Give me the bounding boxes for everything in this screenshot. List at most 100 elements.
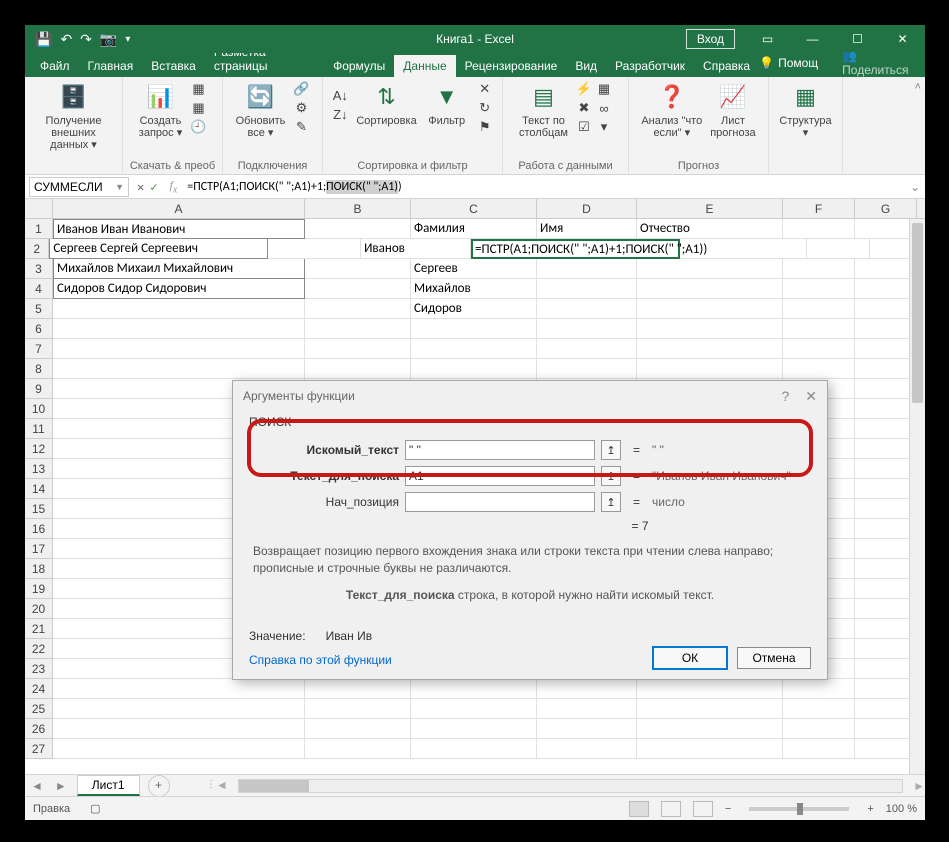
row-header[interactable]: 15 bbox=[25, 499, 53, 519]
cell-D1[interactable]: Имя bbox=[537, 219, 637, 239]
cancel-button[interactable]: Отмена bbox=[737, 647, 811, 669]
cell-C4[interactable]: Михайлов bbox=[411, 279, 537, 299]
arg3-ref-button[interactable]: ↥ bbox=[601, 492, 621, 512]
cell-B6[interactable] bbox=[305, 319, 411, 339]
tab-help[interactable]: Справка bbox=[694, 55, 759, 77]
cell-G10[interactable] bbox=[855, 399, 917, 419]
collapse-ribbon-icon[interactable]: ˄ bbox=[911, 77, 925, 174]
arg1-input[interactable]: " " bbox=[405, 440, 595, 460]
cell-A27[interactable] bbox=[53, 739, 305, 759]
consolidate-icon[interactable]: ▦ bbox=[596, 81, 612, 97]
row-header[interactable]: 26 bbox=[25, 719, 53, 739]
row-header[interactable]: 18 bbox=[25, 559, 53, 579]
cell-F5[interactable] bbox=[783, 299, 855, 319]
tab-developer[interactable]: Разработчик bbox=[606, 55, 694, 77]
col-header-E[interactable]: E bbox=[637, 199, 783, 218]
cell-A2[interactable]: Сергеев Сергей Сергеевич bbox=[49, 239, 268, 259]
cell-B24[interactable] bbox=[305, 679, 411, 699]
cell-C27[interactable] bbox=[411, 739, 537, 759]
row-header[interactable]: 19 bbox=[25, 579, 53, 599]
cell-C2[interactable]: Иванов bbox=[361, 239, 471, 259]
cell-G20[interactable] bbox=[855, 599, 917, 619]
cell-C24[interactable] bbox=[411, 679, 537, 699]
dialog-help-icon[interactable]: ? bbox=[781, 388, 789, 405]
chevron-down-icon[interactable]: ▼ bbox=[115, 182, 124, 192]
row-header[interactable]: 5 bbox=[25, 299, 53, 319]
undo-icon[interactable]: ↶ bbox=[60, 31, 72, 48]
cell-A3[interactable]: Михайлов Михаил Михайлович bbox=[53, 259, 305, 279]
dialog-close-icon[interactable]: ✕ bbox=[805, 388, 817, 405]
cell-B27[interactable] bbox=[305, 739, 411, 759]
cell-E8[interactable] bbox=[637, 359, 783, 379]
cell-G26[interactable] bbox=[855, 719, 917, 739]
cell-G1[interactable] bbox=[855, 219, 917, 239]
tab-insert[interactable]: Вставка bbox=[142, 55, 205, 77]
cell-B25[interactable] bbox=[305, 699, 411, 719]
cell-G21[interactable] bbox=[855, 619, 917, 639]
cell-C25[interactable] bbox=[411, 699, 537, 719]
forecast-button[interactable]: 📈 Лист прогноза bbox=[710, 81, 755, 139]
save-icon[interactable]: 💾 bbox=[35, 31, 52, 48]
row-header[interactable]: 8 bbox=[25, 359, 53, 379]
row-header[interactable]: 3 bbox=[25, 259, 53, 279]
cell-E27[interactable] bbox=[637, 739, 783, 759]
tab-nav-prev[interactable]: ◄ bbox=[25, 779, 49, 793]
col-header-C[interactable]: C bbox=[411, 199, 537, 218]
cell-G5[interactable] bbox=[855, 299, 917, 319]
row-header[interactable]: 25 bbox=[25, 699, 53, 719]
fx-icon[interactable]: fx bbox=[163, 178, 183, 195]
cell-E25[interactable] bbox=[637, 699, 783, 719]
refresh-all-button[interactable]: 🔄 Обновить все ▾ bbox=[236, 81, 286, 139]
row-header[interactable]: 13 bbox=[25, 459, 53, 479]
get-external-data-button[interactable]: 🗄️ Получение внешних данных ▾ bbox=[31, 81, 116, 151]
cell-B3[interactable] bbox=[305, 259, 411, 279]
cell-G9[interactable] bbox=[855, 379, 917, 399]
sheet-tab-1[interactable]: Лист1 bbox=[77, 775, 140, 796]
share-button[interactable]: 👥 Поделиться bbox=[842, 49, 915, 77]
ribbon-options-icon[interactable]: ▭ bbox=[745, 25, 790, 53]
text-to-columns-button[interactable]: ▤ Текст по столбцам bbox=[519, 81, 568, 139]
reapply-icon[interactable]: ↻ bbox=[477, 100, 493, 116]
cell-C3[interactable]: Сергеев bbox=[411, 259, 537, 279]
qat-dropdown-icon[interactable]: ▾ bbox=[125, 34, 130, 45]
cell-E6[interactable] bbox=[637, 319, 783, 339]
name-box[interactable]: СУММЕСЛИ▼ bbox=[29, 177, 129, 197]
tab-data[interactable]: Данные bbox=[394, 55, 455, 77]
cell-E26[interactable] bbox=[637, 719, 783, 739]
sort-za-icon[interactable]: Z↓ bbox=[332, 106, 348, 122]
cell-D7[interactable] bbox=[537, 339, 637, 359]
cancel-formula-icon[interactable]: ✕ bbox=[137, 180, 144, 194]
pagelayout-view-icon[interactable] bbox=[661, 801, 681, 817]
cell-C7[interactable] bbox=[411, 339, 537, 359]
cell-D27[interactable] bbox=[537, 739, 637, 759]
cell-F26[interactable] bbox=[783, 719, 855, 739]
cell-A26[interactable] bbox=[53, 719, 305, 739]
cell-F6[interactable] bbox=[783, 319, 855, 339]
cell-G27[interactable] bbox=[855, 739, 917, 759]
cell-G12[interactable] bbox=[855, 439, 917, 459]
cell-D5[interactable] bbox=[537, 299, 637, 319]
col-header-B[interactable]: B bbox=[305, 199, 411, 218]
cell-G11[interactable] bbox=[855, 419, 917, 439]
row-header[interactable]: 14 bbox=[25, 479, 53, 499]
cell-A7[interactable] bbox=[53, 339, 305, 359]
cell-B5[interactable] bbox=[305, 299, 411, 319]
cell-G18[interactable] bbox=[855, 559, 917, 579]
cell-A5[interactable] bbox=[53, 299, 305, 319]
formula-input[interactable]: =ПСТР(A1;ПОИСК(" ";A1)+1;ПОИСК(" ";A1)) bbox=[183, 178, 905, 196]
arg3-input[interactable] bbox=[405, 492, 595, 512]
cell-F25[interactable] bbox=[783, 699, 855, 719]
cell-F1[interactable] bbox=[783, 219, 855, 239]
cell-F7[interactable] bbox=[783, 339, 855, 359]
zoom-in-icon[interactable]: + bbox=[867, 803, 873, 815]
camera-icon[interactable]: 📷 bbox=[100, 31, 117, 48]
cell-G4[interactable] bbox=[855, 279, 917, 299]
cell-E7[interactable] bbox=[637, 339, 783, 359]
macro-record-icon[interactable]: ▢ bbox=[90, 802, 100, 815]
connections-icon[interactable]: 🔗 bbox=[293, 81, 309, 97]
cell-A8[interactable] bbox=[53, 359, 305, 379]
cell-G15[interactable] bbox=[855, 499, 917, 519]
cell-B2[interactable] bbox=[268, 239, 361, 259]
row-header[interactable]: 20 bbox=[25, 599, 53, 619]
tab-nav-next[interactable]: ► bbox=[49, 779, 73, 793]
